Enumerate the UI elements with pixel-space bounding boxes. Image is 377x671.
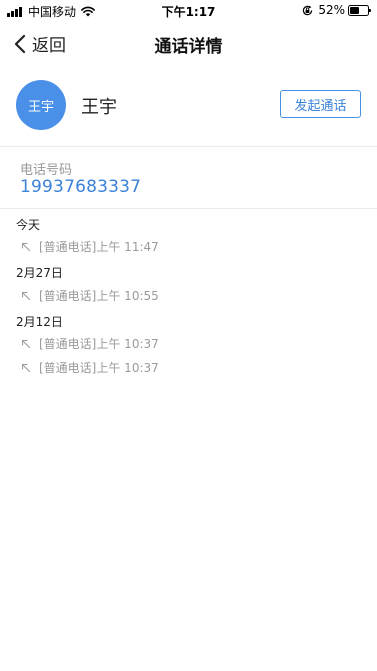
avatar: 王宇 [16,80,66,130]
status-right: 52% [302,3,371,17]
outgoing-call-arrow-icon [21,291,31,300]
call-record: [普通电话]上午 10:37 [21,359,159,376]
divider [0,208,377,209]
battery-percent: 52% [318,3,345,17]
start-call-button[interactable]: 发起通话 [280,90,361,118]
outgoing-call-arrow-icon [21,363,31,372]
rotation-lock-icon [303,5,313,15]
contact-header: 王宇 王宇 发起通话 [0,72,377,146]
call-log-date: 2月27日 [16,266,63,280]
battery-level-fill [350,6,359,14]
call-record: [普通电话]上午 11:47 [21,238,159,255]
divider [0,146,377,147]
status-bar: 中国移动 下午1:17 52% [0,0,377,22]
page-title: 通话详情 [154,37,223,57]
phone-label: 电话号码 [20,163,73,178]
outgoing-call-arrow-icon [21,339,31,348]
nav-bar: 返回 通话详情 [0,22,377,64]
battery-icon [348,4,371,16]
call-detail-screen: 中国移动 下午1:17 52% 返回 通话详情 王宇 王宇 发起通话 电话号码 … [0,0,377,671]
call-record: [普通电话]上午 10:55 [21,287,159,304]
phone-number-link[interactable]: 19937683337 [20,177,141,197]
call-record-text: [普通电话]上午 11:47 [39,240,159,254]
call-record: [普通电话]上午 10:37 [21,335,159,352]
call-log-date: 2月12日 [16,315,63,329]
call-record-text: [普通电话]上午 10:37 [39,337,159,351]
call-log-date: 今天 [16,218,41,232]
call-record-text: [普通电话]上午 10:37 [39,361,159,375]
outgoing-call-arrow-icon [21,242,31,251]
contact-name: 王宇 [81,97,117,118]
call-record-text: [普通电话]上午 10:55 [39,289,159,303]
